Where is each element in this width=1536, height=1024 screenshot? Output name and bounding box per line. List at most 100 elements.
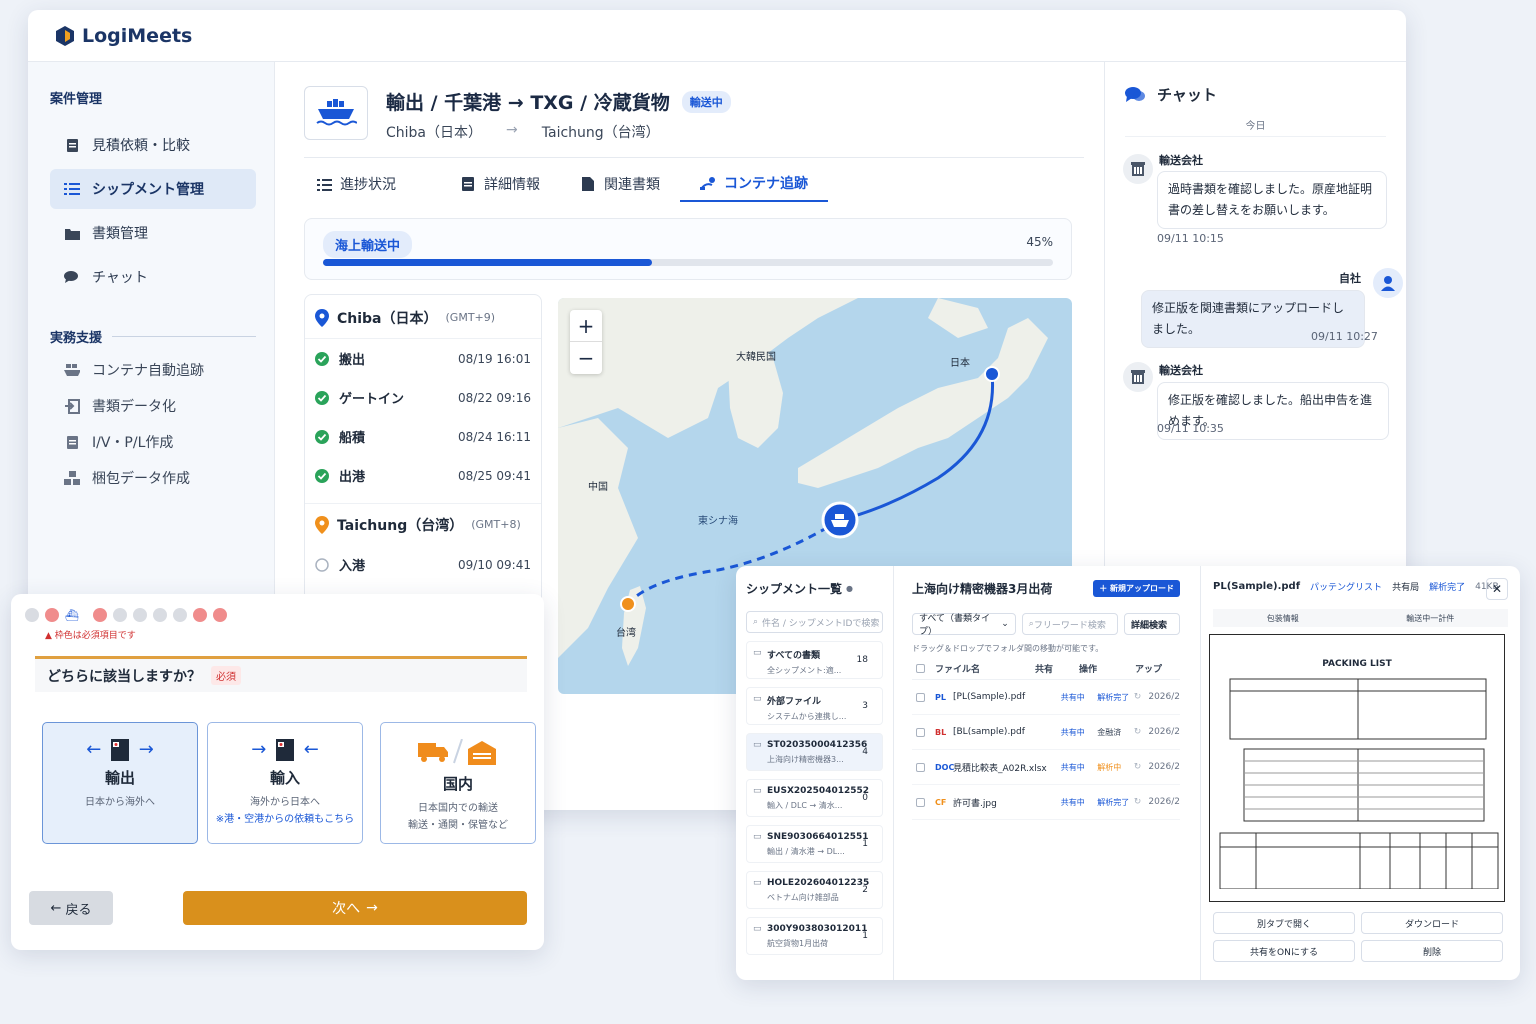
tab-progress[interactable]: 進捗状況 (296, 166, 416, 202)
open-new-tab-button[interactable]: 別タブで開く (1213, 912, 1355, 934)
tab-container-tracking[interactable]: コンテナ追跡 (680, 166, 828, 202)
select-all-checkbox[interactable] (916, 664, 925, 673)
file-row[interactable]: BL [BL(sample).pdf 共有中 金融済 ↻ 2026/2 (912, 715, 1180, 750)
refresh-icon[interactable]: ↻ (1134, 692, 1149, 702)
row-checkbox[interactable] (916, 692, 925, 702)
sidebar-section-cases: 案件管理 (50, 92, 103, 107)
file-name[interactable]: [BL(sample).pdf (953, 727, 1061, 737)
map-label-china: 中国 (588, 482, 608, 493)
destination-name: Taichung（台湾） (337, 517, 464, 534)
zoom-out-button[interactable]: − (570, 342, 602, 374)
download-button[interactable]: ダウンロード (1361, 912, 1503, 934)
top-bar: LogiMeets (28, 10, 1406, 62)
upload-button[interactable]: ＋ 新規アップロード (1093, 580, 1180, 597)
check-circle-icon (315, 429, 329, 444)
delete-button[interactable]: 削除 (1361, 940, 1503, 962)
sidebar-item-quotes[interactable]: 見積依頼・比較 (50, 125, 256, 165)
tab-documents[interactable]: 関連書類 (560, 166, 680, 202)
sidebar-tool-container-tracking[interactable]: コンテナ自動追跡 (50, 352, 256, 388)
zoom-in-button[interactable]: + (570, 310, 602, 342)
file-name[interactable]: [PL(Sample).pdf (953, 692, 1061, 702)
document-preview[interactable]: PACKING LIST (1209, 634, 1505, 902)
folder-title: EUSX202504012552 (767, 786, 870, 796)
file-row[interactable]: CF 許可書.jpg 共有中 解析完了 ↻ 2026/2 (912, 785, 1180, 820)
origin-marker[interactable] (984, 366, 1000, 382)
sidebar-tool-packing[interactable]: 梱包データ作成 (50, 460, 256, 496)
folder-item[interactable]: ▭ すべての書類 全シップメント:適... 18 (746, 641, 883, 679)
event-time: 08/25 09:41 (458, 468, 531, 483)
map-label-korea: 大韓民国 (736, 352, 776, 363)
origin-timezone: (GMT+9) (445, 311, 496, 324)
message-sender: 輸送会社 (1159, 154, 1203, 167)
refresh-icon[interactable]: ↻ (1134, 797, 1149, 807)
folder-title: ST02035000412356 (767, 740, 868, 750)
warning-icon: ▲ (45, 631, 52, 641)
message-sender: 輸送会社 (1159, 364, 1203, 377)
free-search-input[interactable]: ⌕ フリーワード検索 (1021, 613, 1118, 635)
folder-subtitle: 輸出 / 清水港 → DL... (767, 847, 845, 856)
folder-item[interactable]: ▭ SNE9030664012551 輸出 / 清水港 → DL... 1 (746, 825, 883, 863)
folder-item[interactable]: ▭ ST02035000412356 上海向け精密機器3... 4 (746, 733, 883, 771)
folder-item[interactable]: ▭ 300Y903803012011 航空貨物1月出荷 1 (746, 917, 883, 955)
message-bubble: 過時書類を確認しました。原産地証明書の差し替えをお願いします。 (1157, 171, 1387, 229)
packing-info-button[interactable]: 包装情報 (1267, 613, 1299, 624)
folder-item[interactable]: ▭ HOLE202604012235 ベトナム向け雑部品 2 (746, 871, 883, 909)
refresh-icon[interactable]: ↻ (1134, 762, 1149, 772)
option-export[interactable]: ← → 輸出 日本から海外へ (42, 722, 198, 844)
invoice-icon (64, 434, 80, 450)
destination-text: Taichung（台湾） (541, 125, 660, 141)
folder-item[interactable]: ▭ 外部ファイル システムから連携し... 3 (746, 687, 883, 725)
event-time: 08/22 09:16 (458, 390, 531, 405)
sidebar-item-documents[interactable]: 書類管理 (50, 213, 256, 253)
event-name: ゲートイン (339, 392, 405, 407)
folder-item[interactable]: ▭ EUSX202504012552 輸入 / DLC → 清水... 0 (746, 779, 883, 817)
row-checkbox[interactable] (916, 727, 925, 737)
tab-details[interactable]: 詳細情報 (440, 166, 560, 202)
file-name[interactable]: 見積比較表_A02R.xlsx (953, 761, 1061, 774)
row-checkbox[interactable] (916, 762, 925, 772)
option-note: ※港・空港からの依頼もこちら (215, 814, 355, 825)
shipment-list-panel: シップメント一覧 ● ⌕ 件名 / シップメントIDで検索 ▭ すべての書類 全シップメ… (736, 566, 894, 980)
building-icon (1131, 370, 1145, 384)
location-pin-icon (315, 308, 329, 327)
app-logo[interactable]: LogiMeets (54, 25, 192, 47)
sidebar-tool-ocr[interactable]: 書類データ化 (50, 388, 256, 424)
sidebar-item-chat[interactable]: チャット (50, 257, 256, 297)
option-domestic[interactable]: 国内 日本国内での輸送 輸送・通関・保管など (380, 722, 536, 844)
required-note-text: 枠色は必須項目です (54, 631, 136, 641)
file-row[interactable]: PL [PL(Sample).pdf 共有中 解析完了 ↻ 2026/2 (912, 680, 1180, 715)
refresh-icon[interactable]: ↻ (1134, 727, 1149, 737)
option-import[interactable]: → ← 輸入 海外から日本へ ※港・空港からの依頼もこちら (207, 722, 363, 844)
sidebar-tool-invoice[interactable]: I/V・P/L作成 (50, 424, 256, 460)
close-icon[interactable]: ✕ (1486, 578, 1508, 600)
tab-label: 進捗状況 (340, 177, 396, 193)
step-dot (113, 608, 127, 622)
shipment-search-input[interactable]: ⌕ 件名 / シップメントIDで検索 (746, 611, 883, 633)
file-name[interactable]: 許可書.jpg (953, 796, 1061, 809)
message-time: 09/11 10:35 (1157, 422, 1224, 435)
folder-icon: ▭ (753, 878, 762, 888)
transport-button[interactable]: 輸送中一計件 (1406, 613, 1454, 624)
folder-subtitle: 輸入 / DLC → 清水... (767, 801, 843, 810)
boxes-icon (64, 470, 80, 486)
progress-percent: 45% (1026, 235, 1053, 249)
advanced-search-button[interactable]: 詳細検索 (1123, 613, 1180, 635)
origin-text: Chiba（日本） (386, 125, 483, 141)
next-button[interactable]: 次へ → (183, 891, 527, 925)
file-row[interactable]: DOC 見積比較表_A02R.xlsx 共有中 解析中 ↻ 2026/2 (912, 750, 1180, 785)
row-checkbox[interactable] (916, 797, 925, 807)
destination-marker[interactable] (620, 596, 636, 612)
vessel-marker[interactable] (821, 501, 859, 539)
share-on-button[interactable]: 共有をONにする (1213, 940, 1355, 962)
back-button[interactable]: ← 戻る (29, 891, 113, 925)
detail-tabs: 進捗状況 詳細情報 関連書類 コンテナ追跡 (296, 166, 828, 202)
chat-title: チャット (1157, 86, 1217, 104)
step-indicator: ⛴ (25, 608, 227, 622)
option-label: 輸出 (104, 769, 135, 787)
preview-header: PL(Sample).pdf パッテングリスト 共有局 解析完了 41KB (1213, 580, 1508, 593)
route-subtitle: Chiba（日本） → Taichung（台湾） (386, 122, 660, 142)
sidebar-item-shipments[interactable]: シップメント管理 (50, 169, 256, 209)
doc-type-select[interactable]: すべて（書類タイプ） ⌄ (912, 613, 1016, 637)
title-text: 輸出 / 千葉港 → TXG / 冷蔵貨物 (386, 92, 670, 114)
arrow-left-icon: ← (50, 900, 62, 916)
